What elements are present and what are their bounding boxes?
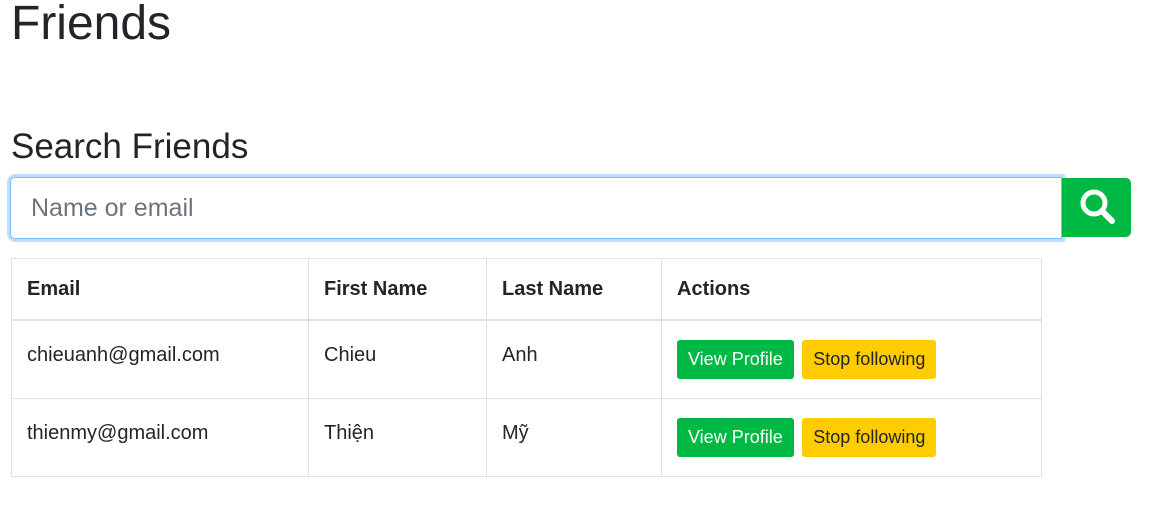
cell-first-name: Thiện	[308, 398, 487, 477]
page-title: Friends	[11, 0, 172, 50]
search-bar	[10, 177, 1131, 239]
cell-actions: View Profile Stop following	[661, 398, 1042, 477]
search-icon	[1078, 187, 1116, 228]
table-row: chieuanh@gmail.com Chieu Anh View Profil…	[11, 319, 1042, 399]
search-button[interactable]	[1062, 178, 1131, 237]
cell-actions: View Profile Stop following	[661, 319, 1042, 399]
search-input[interactable]	[10, 177, 1062, 239]
column-header-actions: Actions	[661, 258, 1042, 321]
table-row: thienmy@gmail.com Thiện Mỹ View Profile …	[11, 398, 1042, 477]
table-header-row: Email First Name Last Name Actions	[11, 258, 1042, 321]
stop-following-button[interactable]: Stop following	[802, 340, 937, 379]
column-header-email: Email	[11, 258, 309, 321]
column-header-first-name: First Name	[308, 258, 487, 321]
view-profile-button[interactable]: View Profile	[677, 418, 794, 457]
cell-first-name: Chieu	[308, 319, 487, 399]
friends-table: Email First Name Last Name Actions chieu…	[11, 258, 1042, 477]
cell-email: thienmy@gmail.com	[11, 398, 309, 477]
search-heading: Search Friends	[11, 127, 249, 166]
stop-following-button[interactable]: Stop following	[802, 418, 937, 457]
cell-last-name: Mỹ	[486, 398, 662, 477]
column-header-last-name: Last Name	[486, 258, 662, 321]
cell-email: chieuanh@gmail.com	[11, 319, 309, 399]
view-profile-button[interactable]: View Profile	[677, 340, 794, 379]
cell-last-name: Anh	[486, 319, 662, 399]
